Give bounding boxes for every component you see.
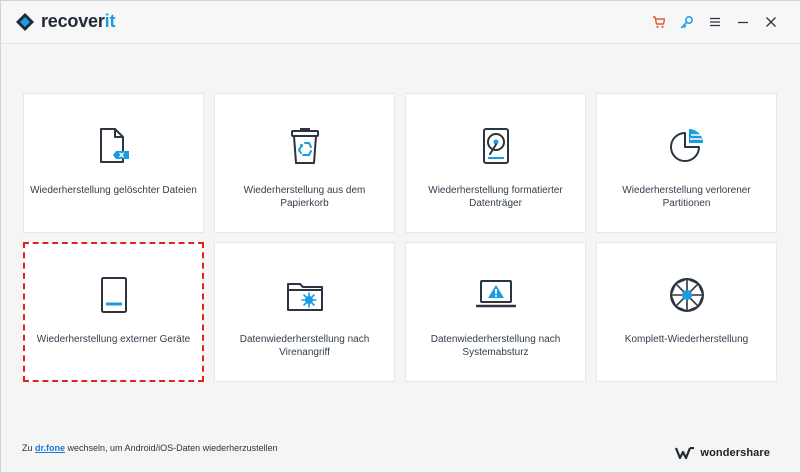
card-label: Wiederherstellung gelöschter Dateien (30, 185, 197, 196)
card-label: Datenwiederherstellung nach Systemabstur… (430, 334, 561, 358)
close-icon (766, 17, 776, 27)
card-system-crash[interactable]: Datenwiederherstellung nach Systemabstur… (405, 242, 586, 382)
hard-drive-icon (476, 126, 516, 166)
hint-suffix: wechseln, um Android/iOS-Daten wiederher… (65, 443, 278, 453)
card-formatted-drive[interactable]: Wiederherstellung formatierter Datenträg… (405, 93, 586, 233)
key-icon (680, 16, 693, 29)
cart-button[interactable] (648, 11, 670, 33)
minimize-button[interactable] (732, 11, 754, 33)
card-deleted-files[interactable]: Wiederherstellung gelöschter Dateien (23, 93, 204, 233)
wondershare-logo-icon (675, 447, 695, 459)
crash-laptop-icon (475, 275, 516, 315)
card-recycle-bin[interactable]: Wiederherstellung aus dem Papierkorb (214, 93, 395, 233)
dr-fone-hint: Zu dr.fone wechseln, um Android/iOS-Date… (22, 443, 278, 453)
deleted-file-icon (94, 126, 134, 166)
register-key-button[interactable] (676, 11, 698, 33)
brand-name: wondershare (700, 447, 770, 459)
complete-recovery-icon (667, 275, 707, 315)
window-controls (642, 11, 782, 33)
card-external-devices[interactable]: Wiederherstellung externer Geräte (23, 242, 204, 382)
card-label: Wiederherstellung externer Geräte (36, 334, 191, 345)
wondershare-brand: wondershare (675, 447, 770, 459)
card-lost-partition[interactable]: Wiederherstellung verlorener Partitionen (596, 93, 777, 233)
card-label: Datenwiederherstellung nach Virenangriff (239, 334, 370, 358)
recycle-bin-icon (285, 126, 325, 166)
external-device-icon (94, 275, 134, 315)
menu-icon (710, 17, 720, 27)
menu-button[interactable] (704, 11, 726, 33)
partition-pie-icon (667, 126, 707, 166)
close-button[interactable] (760, 11, 782, 33)
app-name-part2: it (104, 11, 116, 31)
virus-folder-icon (285, 275, 325, 315)
title-bar: recoverit (1, 1, 800, 44)
app-name: recoverit (41, 11, 115, 32)
card-virus-attack[interactable]: Datenwiederherstellung nach Virenangriff (214, 242, 395, 382)
card-label: Wiederherstellung formatierter Datenträg… (428, 185, 563, 209)
recoverit-logo-icon (16, 12, 34, 31)
card-label: Wiederherstellung aus dem Papierkorb (243, 185, 366, 209)
hint-prefix: Zu (22, 443, 36, 453)
app-logo: recoverit (15, 11, 115, 32)
dr-fone-link[interactable]: dr.fone (35, 443, 65, 453)
app-name-part1: recover (41, 11, 105, 31)
recoverit-window: recoverit Wiederherstellung gelöschter D… (0, 0, 801, 473)
card-label: Wiederherstellung verlorener Partitionen (622, 185, 751, 209)
card-label: Komplett-Wiederherstellung (624, 334, 749, 345)
minimize-icon (738, 21, 748, 24)
cart-icon (653, 16, 666, 28)
card-complete-recovery[interactable]: Komplett-Wiederherstellung (596, 242, 777, 382)
